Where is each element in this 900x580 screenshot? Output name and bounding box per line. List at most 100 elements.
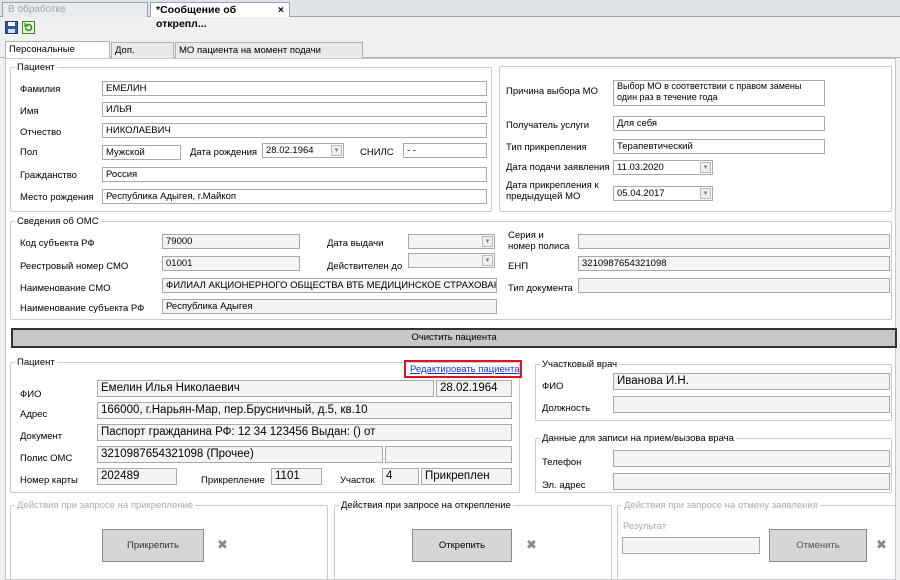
group-title: Пациент [17, 62, 55, 73]
name-field[interactable]: ИЛЬЯ [102, 102, 487, 117]
sex-field[interactable]: Мужской [102, 145, 181, 160]
subject-code-label: Код субъекта РФ [20, 238, 95, 249]
birthplace-field[interactable]: Республика Адыгея, г.Майкоп [102, 189, 487, 204]
policy-field[interactable]: 3210987654321098 (Прочее) [97, 446, 383, 463]
surname-label: Фамилия [20, 84, 61, 95]
tab-in-processing[interactable]: В обработке [2, 2, 148, 17]
close-icon[interactable]: × [278, 3, 284, 17]
district-field[interactable]: 4 [382, 468, 419, 485]
recipient-field[interactable]: Для себя [613, 116, 825, 131]
pin-icon[interactable]: ✖ [876, 537, 887, 553]
chevron-down-icon[interactable]: ▾ [482, 255, 493, 266]
position-label: Должность [542, 403, 591, 414]
citizenship-field[interactable]: Россия [102, 167, 487, 182]
edit-patient-link[interactable]: Редактировать пациента [410, 364, 520, 375]
issue-date-field[interactable]: ▾ [408, 234, 495, 249]
group-title: Данные для записи на прием/вызова врача [542, 433, 734, 444]
attachment-label: Прикрепление [201, 475, 265, 486]
save-icon[interactable] [5, 21, 18, 34]
attachment-field[interactable]: 1101 [271, 468, 322, 485]
prev-date-label: предыдущей МО [506, 191, 581, 202]
citizenship-label: Гражданство [20, 170, 77, 181]
policy-label: Полис ОМС [20, 453, 73, 464]
snils-field[interactable]: - - [403, 143, 487, 158]
tab-detach-message[interactable]: *Сообщение об открепл... × [150, 2, 290, 30]
tab-personal-data[interactable]: Персональные данные [5, 41, 110, 70]
attach-type-label: Тип прикрепления [506, 142, 587, 153]
page-tab-bar: Персональные данные Доп. данные МО пацие… [0, 41, 900, 71]
chevron-down-icon[interactable]: ▾ [482, 236, 493, 247]
doctor-fio-label: ФИО [542, 381, 564, 392]
smo-name-field[interactable]: ФИЛИАЛ АКЦИОНЕРНОГО ОБЩЕСТВА ВТБ МЕДИЦИН… [162, 278, 497, 293]
enp-label: ЕНП [508, 261, 529, 272]
address-label: Адрес [20, 409, 48, 420]
prev-date-field[interactable]: 05.04.2017 ▾ [613, 186, 713, 201]
reason-label: Причина выбора МО [506, 86, 598, 97]
dob-field[interactable]: 28.02.1964 ▾ [262, 143, 344, 158]
document-tab-bar: В обработке *Сообщение об открепл... × [0, 0, 900, 30]
card-label: Номер карты [20, 475, 78, 486]
chevron-down-icon[interactable]: ▾ [700, 162, 711, 173]
chevron-down-icon[interactable]: ▾ [700, 188, 711, 199]
issue-date-label: Дата выдачи [327, 238, 384, 249]
group-title: Действия при запросе на прикрепление [17, 500, 194, 511]
document-label: Документ [20, 431, 63, 442]
tab-patient-mo[interactable]: МО пациента на момент подачи заявления [175, 42, 363, 71]
subject-code-field[interactable]: 79000 [162, 234, 300, 249]
group-title: Сведения об ОМС [17, 216, 99, 227]
reason-line: Выбор МО в соответствии с правом замены [617, 81, 802, 91]
refresh-icon[interactable] [22, 21, 35, 34]
subject-name-label: Наименование субъекта РФ [20, 303, 145, 314]
prev-date-value: 05.04.2017 [617, 188, 665, 199]
address-field[interactable]: 166000, г.Нарьян-Мар, пер.Брусничный, д.… [97, 402, 512, 419]
series-label: Серия и [508, 230, 544, 241]
phone-field[interactable] [613, 450, 890, 467]
series-field[interactable] [578, 234, 890, 249]
cancel-button[interactable]: Отменить [769, 529, 867, 562]
smo-reg-label: Реестровый номер СМО [20, 261, 129, 272]
dob-value: 28.02.1964 [266, 145, 314, 156]
chevron-down-icon[interactable]: ▾ [331, 145, 342, 156]
patronymic-label: Отчество [20, 127, 62, 138]
clear-patient-button[interactable]: Очистить пациента [11, 328, 897, 348]
dob-field[interactable]: 28.02.1964 [436, 380, 512, 397]
valid-until-field[interactable]: ▾ [408, 253, 495, 268]
enp-field[interactable]: 3210987654321098 [578, 256, 890, 271]
policy-extra-field[interactable] [385, 446, 512, 463]
smo-reg-field[interactable]: 01001 [162, 256, 300, 271]
tab-additional-data[interactable]: Доп. данные [111, 42, 174, 71]
fio-label: ФИО [20, 389, 42, 400]
name-label: Имя [20, 106, 39, 117]
group-title: Пациент [17, 357, 55, 368]
attach-button[interactable]: Прикрепить [102, 529, 204, 562]
card-field[interactable]: 202489 [97, 468, 177, 485]
position-field[interactable] [613, 396, 890, 413]
doctor-fio-field[interactable]: Иванова И.Н. [613, 373, 890, 390]
email-field[interactable] [613, 473, 890, 490]
document-field[interactable]: Паспорт гражданина РФ: 12 34 123456 Выда… [97, 424, 512, 441]
toolbar [0, 18, 900, 38]
pin-icon[interactable]: ✖ [217, 537, 228, 553]
district-label: Участок [340, 475, 375, 486]
group-title: Действия при запросе на отмену заявления [624, 500, 818, 511]
group-title: Участковый врач [542, 359, 618, 370]
valid-until-label: Действителен до [327, 261, 403, 272]
attach-type-field[interactable]: Терапевтический [613, 139, 825, 154]
series-label: номер полиса [508, 241, 570, 252]
doc-type-label: Тип документа [508, 283, 573, 294]
group-title: Действия при запросе на открепление [341, 500, 511, 511]
app-date-field[interactable]: 11.03.2020 ▾ [613, 160, 713, 175]
birthplace-label: Место рождения [20, 192, 94, 203]
dob-label: Дата рождения [190, 147, 258, 158]
status-field[interactable]: Прикреплен [421, 468, 512, 485]
reason-line: один раз в течение года [617, 92, 718, 102]
subject-name-field[interactable]: Республика Адыгея [162, 299, 497, 314]
surname-field[interactable]: ЕМЕЛИН [102, 81, 487, 96]
reason-field[interactable]: Выбор МО в соответствии с правом замены о… [613, 80, 825, 106]
detach-button[interactable]: Открепить [412, 529, 512, 562]
pin-icon[interactable]: ✖ [526, 537, 537, 553]
result-field[interactable] [622, 537, 760, 554]
doc-type-field[interactable] [578, 278, 890, 293]
fio-field[interactable]: Емелин Илья Николаевич [97, 380, 434, 397]
patronymic-field[interactable]: НИКОЛАЕВИЧ [102, 123, 487, 138]
